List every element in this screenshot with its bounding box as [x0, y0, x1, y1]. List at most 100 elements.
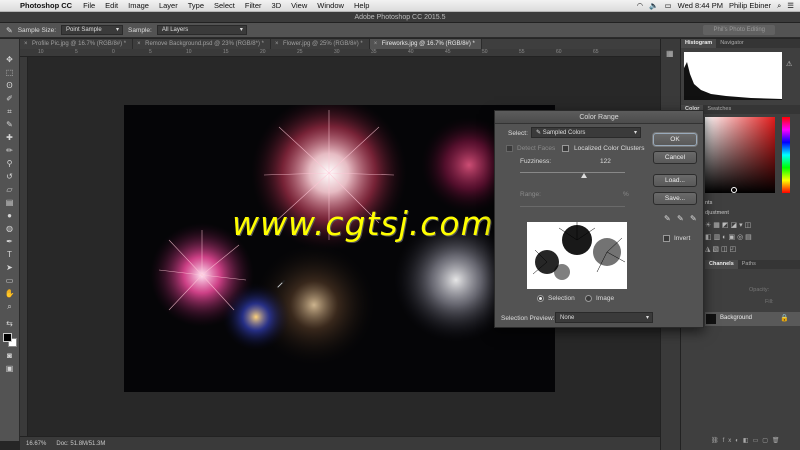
adjustment-icons-row2[interactable]: ◧▥◐▣◎▤ — [705, 233, 754, 241]
options-bar: ✎ Sample Size: Point Sample Sample: All … — [0, 23, 800, 38]
fireworks-image[interactable] — [124, 105, 555, 392]
fuzziness-slider-track[interactable] — [520, 172, 625, 173]
type-tool-icon[interactable]: T — [3, 250, 16, 260]
menu-edit[interactable]: Edit — [100, 1, 123, 10]
save-button[interactable]: Save... — [653, 192, 697, 205]
menu-view[interactable]: View — [286, 1, 312, 10]
invert-checkbox[interactable] — [663, 235, 670, 242]
eraser-tool-icon[interactable]: ▱ — [3, 185, 16, 195]
spotlight-icon[interactable]: ⌕ — [777, 1, 781, 11]
ruler-label: 15 — [223, 49, 229, 55]
volume-icon[interactable]: 🔈 — [649, 1, 658, 10]
lock-icon: 🔒 — [780, 315, 789, 322]
gradient-tool-icon[interactable]: ▤ — [3, 198, 16, 208]
sample-size-select[interactable]: Point Sample — [61, 25, 123, 35]
ok-button[interactable]: OK — [653, 133, 697, 146]
selection-preview-box[interactable] — [527, 222, 627, 289]
image-radio[interactable] — [585, 295, 592, 302]
stamp-tool-icon[interactable]: ⚲ — [3, 159, 16, 169]
tab-swatches[interactable]: Swatches — [703, 105, 735, 114]
workspace-switcher[interactable]: Phil's Photo Editing — [703, 25, 775, 35]
crop-tool-icon[interactable]: ⌗ — [3, 107, 16, 117]
select-dropdown[interactable]: ✎ Sampled Colors ▾ — [531, 127, 641, 138]
history-panel-icon[interactable]: ▦ — [666, 49, 674, 58]
hue-slider[interactable] — [782, 117, 790, 193]
color-range-dialog: Color Range Select: ✎ Sampled Colors ▾ D… — [494, 110, 704, 328]
eyedropper-tool-preset-icon[interactable]: ✎ — [6, 26, 13, 35]
warning-icon[interactable]: ⚠ — [786, 60, 792, 68]
eyedropper-icon[interactable]: ✎ — [664, 214, 671, 223]
adjustment-icons[interactable]: ☀▦◩◪▾◫ — [705, 221, 753, 229]
screen-mode-icon[interactable]: ▣ — [3, 364, 16, 374]
sample-select[interactable]: All Layers — [156, 25, 247, 35]
menu-filter[interactable]: Filter — [240, 1, 267, 10]
move-tool-icon[interactable]: ✥ — [3, 55, 16, 65]
foreground-color-swatch[interactable] — [3, 333, 12, 342]
notification-icon[interactable]: ☰ — [787, 1, 794, 10]
battery-icon[interactable]: ▭ — [665, 1, 672, 10]
layer-name[interactable]: Background — [720, 315, 752, 321]
adjustment-icons-row3[interactable]: ◮▧◫◰ — [705, 245, 738, 253]
zoom-tool-icon[interactable]: ⌕ — [3, 302, 16, 312]
brush-tool-icon[interactable]: ✏ — [3, 146, 16, 156]
quick-select-tool-icon[interactable]: ✐ — [3, 94, 16, 104]
color-picker-field[interactable] — [705, 117, 775, 193]
quick-mask-icon[interactable]: ◙ — [3, 351, 16, 361]
menu-window[interactable]: Window — [312, 1, 349, 10]
menubar-clock[interactable]: Wed 8:44 PM — [678, 1, 723, 10]
load-button[interactable]: Load... — [653, 174, 697, 187]
tab-profile-pic[interactable]: Profile Pic.jpg @ 16.7% (RGB/8#) * — [20, 39, 134, 49]
history-brush-tool-icon[interactable]: ↺ — [3, 172, 16, 182]
tab-flower[interactable]: Flower.jpg @ 25% (RGB/8#) * — [271, 39, 370, 49]
tab-fireworks[interactable]: Fireworks.jpg @ 16.7% (RGB/8#) * — [369, 39, 482, 49]
menu-layer[interactable]: Layer — [154, 1, 183, 10]
tab-remove-background[interactable]: Remove Background.psd @ 23% (RGB/8*) * — [133, 39, 271, 49]
adjustments-tab-label[interactable]: nts — [705, 200, 712, 206]
ruler-label: 50 — [482, 49, 488, 55]
menu-file[interactable]: File — [78, 1, 100, 10]
zoom-level[interactable]: 16.67% — [26, 441, 46, 447]
fuzziness-value[interactable]: 122 — [600, 158, 611, 165]
layer-row-background[interactable]: Background 🔒 — [705, 312, 800, 326]
menu-help[interactable]: Help — [349, 1, 374, 10]
blur-tool-icon[interactable]: ● — [3, 211, 16, 221]
pen-tool-icon[interactable]: ✒ — [3, 237, 16, 247]
histogram-graph — [684, 52, 782, 100]
selection-radio[interactable] — [537, 295, 544, 302]
ruler-label: 45 — [445, 49, 451, 55]
menubar-status-area: ◠ 🔈 ▭ Wed 8:44 PM Philip Ebiner ⌕ ☰ — [637, 1, 800, 11]
hand-tool-icon[interactable]: ✋ — [3, 289, 16, 299]
fuzziness-slider-thumb[interactable] — [581, 173, 588, 178]
shape-tool-icon[interactable]: ▭ — [3, 276, 16, 286]
selection-preview-select[interactable]: None ▾ — [555, 312, 653, 323]
color-picker-marker[interactable] — [731, 187, 737, 193]
tab-navigator[interactable]: Navigator — [716, 39, 748, 48]
swap-colors-icon[interactable]: ⇆ — [3, 319, 16, 329]
tab-histogram[interactable]: Histogram — [681, 39, 717, 48]
eyedropper-minus-icon[interactable]: ✎ — [690, 214, 697, 223]
menubar-user[interactable]: Philip Ebiner — [729, 1, 771, 10]
marquee-tool-icon[interactable]: ⬚ — [3, 68, 16, 78]
menu-image[interactable]: Image — [123, 1, 154, 10]
menu-type[interactable]: Type — [183, 1, 209, 10]
tab-channels[interactable]: Channels — [705, 260, 738, 269]
adjustments-label: djustment — [705, 210, 729, 216]
dodge-tool-icon[interactable]: ◍ — [3, 224, 16, 234]
healing-tool-icon[interactable]: ✚ — [3, 133, 16, 143]
detect-faces-checkbox[interactable] — [506, 145, 513, 152]
lasso-tool-icon[interactable]: ʘ — [3, 81, 16, 91]
eyedropper-plus-icon[interactable]: ✎ — [677, 214, 684, 223]
menu-select[interactable]: Select — [209, 1, 240, 10]
status-bar: 16.67% Doc: 51.8M/51.3M — [20, 436, 660, 450]
sampled-colors-icon: ✎ — [536, 130, 542, 136]
wifi-icon[interactable]: ◠ — [637, 1, 644, 10]
cancel-button[interactable]: Cancel — [653, 151, 697, 164]
menu-3d[interactable]: 3D — [267, 1, 287, 10]
path-select-tool-icon[interactable]: ➤ — [3, 263, 16, 273]
localized-clusters-checkbox[interactable] — [562, 145, 569, 152]
eyedropper-tool-icon[interactable]: ✎ — [3, 120, 16, 130]
document-size: Doc: 51.8M/51.3M — [56, 440, 106, 447]
layers-footer-icons[interactable]: ⛓fx◐◧▭▢🗑 — [711, 437, 784, 444]
app-menu[interactable]: Photoshop CC — [18, 1, 78, 10]
tab-paths[interactable]: Paths — [738, 260, 760, 269]
